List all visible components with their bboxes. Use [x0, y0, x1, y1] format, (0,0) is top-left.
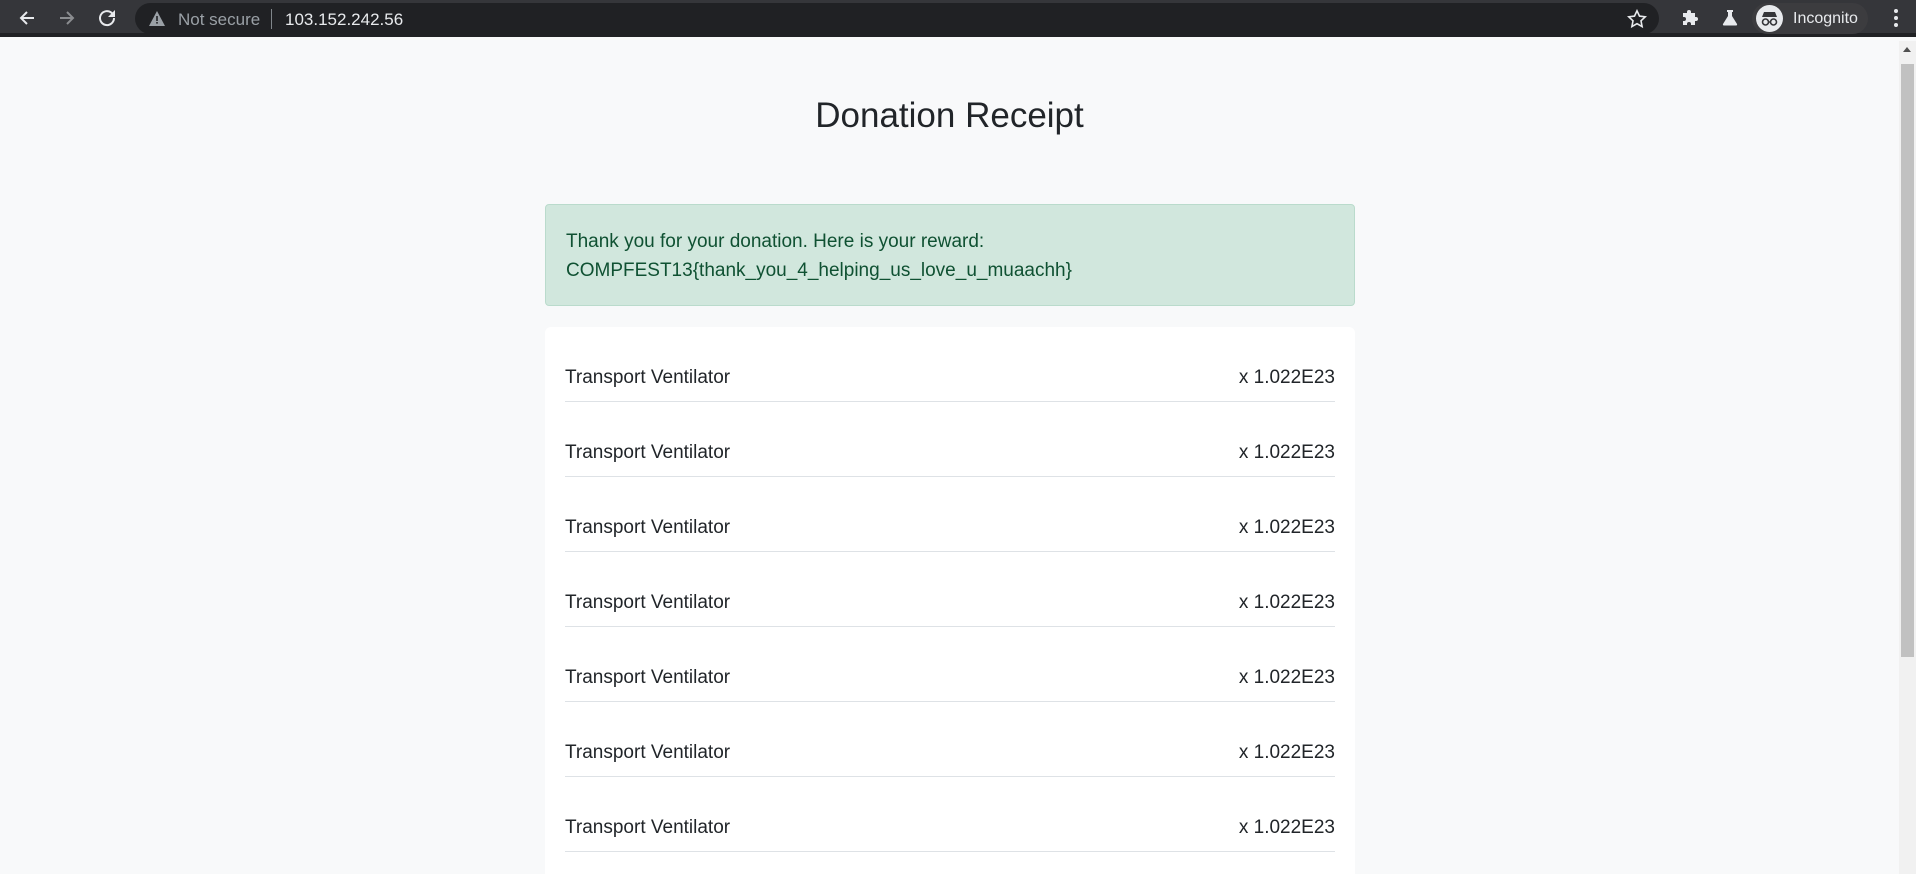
scrollbar-thumb[interactable]	[1901, 64, 1914, 657]
warning-icon	[149, 11, 165, 26]
page-scrollbar[interactable]	[1899, 41, 1916, 874]
incognito-profile-button[interactable]: Incognito	[1752, 3, 1868, 34]
browser-menu-icon[interactable]	[1882, 4, 1910, 32]
reward-flag-text: COMPFEST13{thank_you_4_helping_us_love_u…	[566, 260, 1072, 281]
list-item: Transport Ventilator x 1.022E23	[565, 702, 1335, 777]
page-title: Donation Receipt	[815, 96, 1084, 135]
list-item: Transport Ventilator x 1.022E23	[565, 777, 1335, 852]
item-name: Transport Ventilator	[565, 742, 731, 763]
list-item: Transport Ventilator x 1.022E23	[565, 402, 1335, 477]
reload-icon[interactable]	[89, 0, 125, 36]
item-name: Transport Ventilator	[565, 442, 731, 463]
incognito-icon	[1756, 5, 1783, 32]
security-indicator[interactable]: Not secure	[178, 10, 260, 30]
url-text[interactable]: 103.152.242.56	[285, 10, 403, 30]
address-bar[interactable]: Not secure 103.152.242.56	[135, 3, 1659, 34]
item-quantity: x 1.022E23	[1238, 592, 1335, 613]
list-item: Transport Ventilator x 1.022E23	[565, 627, 1335, 702]
item-quantity: x 1.022E23	[1238, 667, 1335, 688]
browser-toolbar: Not secure 103.152.242.56 Incognito	[0, 0, 1916, 37]
item-name: Transport Ventilator	[565, 817, 731, 838]
item-quantity: x 1.022E23	[1238, 367, 1335, 388]
item-quantity: x 1.022E23	[1238, 517, 1335, 538]
list-item: Transport Ventilator x 1.022E23	[565, 552, 1335, 627]
item-quantity: x 1.022E23	[1238, 817, 1335, 838]
item-quantity: x 1.022E23	[1238, 442, 1335, 463]
back-icon[interactable]	[9, 0, 45, 36]
item-quantity: x 1.022E23	[1238, 742, 1335, 763]
alert-message: Thank you for your donation. Here is you…	[566, 231, 985, 252]
labs-flask-icon[interactable]	[1718, 6, 1742, 30]
extensions-puzzle-icon[interactable]	[1679, 6, 1703, 30]
item-name: Transport Ventilator	[565, 517, 731, 538]
item-name: Transport Ventilator	[565, 367, 731, 388]
incognito-label: Incognito	[1793, 10, 1858, 27]
list-item: Transport Ventilator x 1.022E23	[565, 477, 1335, 552]
list-item: Transport Ventilator x 1.022E23	[565, 327, 1335, 402]
omnibox-divider	[271, 9, 272, 29]
item-name: Transport Ventilator	[565, 667, 731, 688]
scroll-up-arrow-icon[interactable]	[1903, 47, 1911, 52]
success-alert: Thank you for your donation. Here is you…	[545, 204, 1355, 306]
bookmark-star-icon[interactable]	[1625, 7, 1649, 31]
item-name: Transport Ventilator	[565, 592, 731, 613]
forward-icon[interactable]	[49, 0, 85, 36]
donation-items-list: Transport Ventilator x 1.022E23 Transpor…	[545, 327, 1355, 874]
